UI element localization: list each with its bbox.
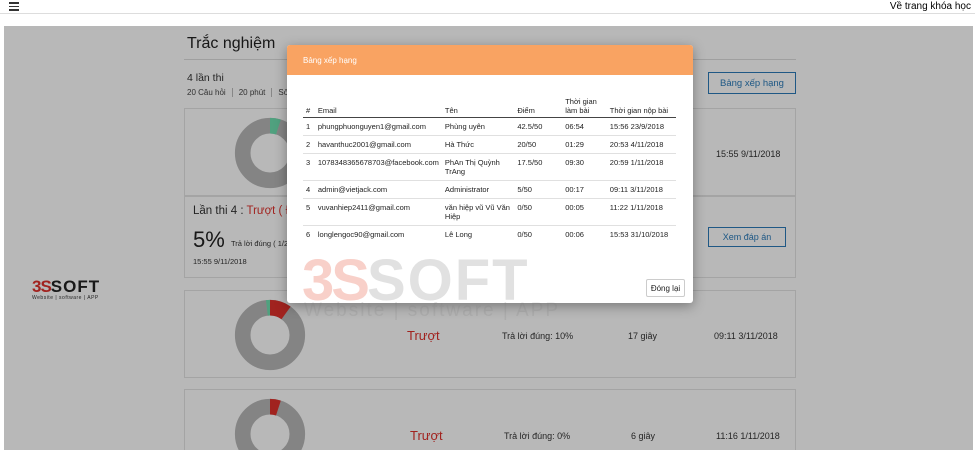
table-row: 1 phungphuonguyen1@gmail.com Phùng uyên 42.… (303, 118, 676, 136)
leaderboard-table: # Email Tên Điểm Thời gian làm bài Thời … (303, 95, 676, 243)
cell-email: admin@vietjack.com (314, 180, 442, 199)
table-row: 5 vuvanhiep2411@gmail.com văn hiệp vũ Vũ V… (303, 198, 676, 226)
cell-no: 2 (303, 135, 315, 154)
cell-name: Hà Thức (441, 135, 515, 154)
modal-header: Bảng xếp hạng (287, 45, 693, 75)
close-button[interactable]: Đóng lại (646, 279, 685, 297)
cell-name: Lê Long (441, 225, 515, 243)
col-name: Tên (441, 95, 515, 118)
watermark-soft: SOFT (366, 248, 530, 303)
col-score: Điểm (514, 95, 548, 118)
cell-submitted: 20:59 1/11/2018 (606, 153, 676, 181)
col-email: Email (314, 95, 442, 118)
col-submitted: Thời gian nộp bài (606, 95, 676, 118)
cell-score: 17.5/50 (514, 153, 548, 181)
cell-no: 5 (303, 198, 315, 226)
watermark-tagline: Website | software | APP (304, 300, 561, 321)
cell-email: 1078348365678703@facebook.com (314, 153, 442, 181)
table-row: 6 longlengoc90@gmail.com Lê Long 0/50 00:06 1… (303, 225, 676, 243)
cell-email: longlengoc90@gmail.com (314, 225, 442, 243)
cell-score: 20/50 (514, 135, 548, 154)
cell-score: 5/50 (514, 180, 548, 199)
watermark: 3SSOFT (302, 247, 530, 303)
cell-submitted: 20:53 4/11/2018 (606, 135, 676, 154)
cell-duration: 00:06 (547, 225, 607, 243)
cell-duration: 06:54 (565, 122, 584, 131)
cell-no: 4 (303, 180, 315, 199)
cell-duration: 01:29 (547, 135, 607, 154)
cell-no: 6 (303, 225, 315, 243)
hamburger-menu-icon[interactable] (9, 2, 19, 11)
cell-email: havanthuc2001@gmail.com (314, 135, 442, 154)
watermark-3s: 3S (302, 248, 370, 303)
cell-duration: 09:30 (547, 153, 607, 181)
table-header-row: # Email Tên Điểm Thời gian làm bài Thời … (303, 95, 676, 118)
cell-no: 3 (303, 153, 315, 181)
leaderboard-modal: Bảng xếp hạng # Email Tên Điểm Thời gian… (287, 45, 693, 303)
cell-duration: 00:17 (547, 180, 607, 199)
back-to-course-link[interactable]: Về trang khóa học (890, 1, 971, 12)
leaderboard-body: 1 phungphuonguyen1@gmail.com Phùng uyên 42.… (303, 118, 676, 243)
cell-email: phungphuonguyen1@gmail.com (317, 122, 426, 131)
top-bar: Về trang khóa học (0, 0, 975, 14)
table-row: 2 havanthuc2001@gmail.com Hà Thức 20/50 01:2… (303, 135, 676, 154)
col-duration: Thời gian làm bài (547, 95, 607, 118)
cell-submitted: 15:56 23/9/2018 (609, 122, 665, 131)
cell-submitted: 09:11 3/11/2018 (606, 180, 676, 199)
cell-duration: 00:05 (547, 198, 607, 226)
cell-submitted: 11:22 1/11/2018 (606, 198, 676, 226)
cell-name: Phùng uyên (444, 122, 485, 131)
cell-score: 0/50 (514, 198, 548, 226)
cell-name: Administrator (441, 180, 515, 199)
cell-submitted: 15:53 31/10/2018 (606, 225, 676, 243)
cell-score: 0/50 (514, 225, 548, 243)
table-row: 3 1078348365678703@facebook.com PhAn Thị Q… (303, 153, 676, 181)
cell-email: vuvanhiep2411@gmail.com (314, 198, 442, 226)
cell-name: văn hiệp vũ Vũ Văn Hiệp (441, 198, 515, 226)
modal-title: Bảng xếp hạng (303, 56, 357, 65)
cell-name: PhAn Thị Quỳnh TrAng (441, 153, 515, 181)
cell-no: 1 (306, 122, 311, 131)
table-row: 4 admin@vietjack.com Administrator 5/50 00:1… (303, 180, 676, 199)
col-number: # (303, 95, 315, 118)
cell-score: 42.5/50 (517, 122, 543, 131)
